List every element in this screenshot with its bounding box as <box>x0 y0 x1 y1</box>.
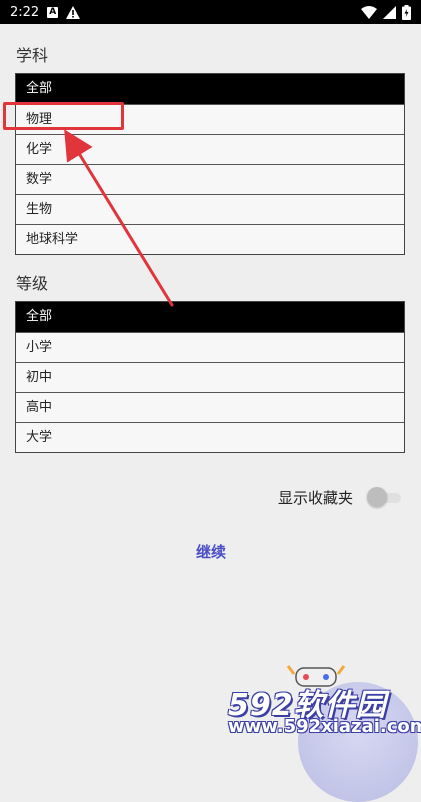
annotation-arrow <box>64 129 174 307</box>
favorites-toggle-row: 显示收藏夹 <box>278 486 401 508</box>
watermark-url: www.592xiazai.com <box>228 716 421 737</box>
toggle-thumb <box>367 487 387 507</box>
watermark: 592软件园 www.592xiazai.com <box>228 660 421 802</box>
favorites-toggle-label: 显示收藏夹 <box>277 488 353 507</box>
continue-button[interactable]: 继续 <box>180 540 242 564</box>
watermark-brand: 592软件园 <box>228 688 387 723</box>
favorites-toggle-switch[interactable] <box>367 486 401 508</box>
